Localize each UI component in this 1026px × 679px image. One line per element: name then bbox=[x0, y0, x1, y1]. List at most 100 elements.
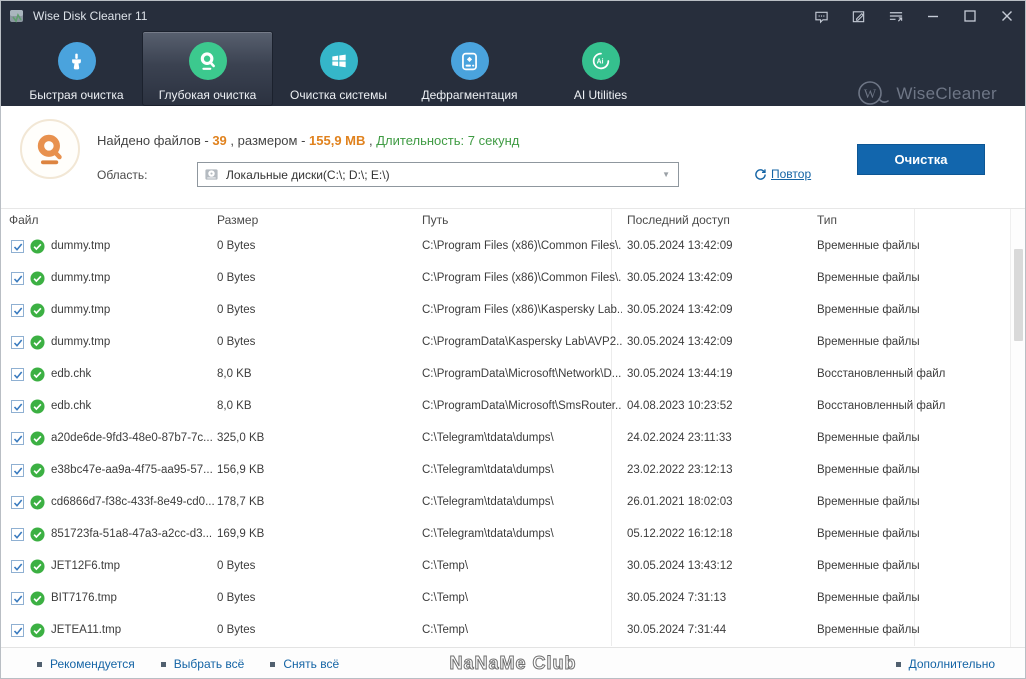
table-row[interactable]: a20de6de-9fd3-48e0-87b7-7c... 325,0 KB C… bbox=[1, 423, 1025, 455]
file-accessed: 26.01.2021 18:02:03 bbox=[627, 496, 733, 508]
table-row[interactable]: JETEA11.tmp 0 Bytes C:\Temp\ 30.05.2024 … bbox=[1, 615, 1025, 647]
clean-button[interactable]: Очистка bbox=[857, 144, 985, 175]
tab-label: Дефрагментация bbox=[421, 88, 518, 102]
row-checkbox[interactable] bbox=[11, 368, 24, 381]
file-name: dummy.tmp bbox=[51, 240, 111, 252]
row-checkbox[interactable] bbox=[11, 272, 24, 285]
row-checkbox[interactable] bbox=[11, 496, 24, 509]
edit-note-icon bbox=[852, 10, 865, 22]
status-check-icon bbox=[30, 335, 45, 350]
file-size: 0 Bytes bbox=[217, 272, 256, 284]
maximize-icon bbox=[963, 10, 976, 22]
status-check-icon bbox=[30, 527, 45, 542]
table-row[interactable]: 851723fa-51a8-47a3-a2cc-d3... 169,9 KB C… bbox=[1, 519, 1025, 551]
row-checkbox[interactable] bbox=[11, 592, 24, 605]
column-header-path[interactable]: Путь bbox=[422, 213, 448, 227]
file-path: C:\Program Files (x86)\Common Files\... bbox=[422, 272, 622, 284]
tab-defrag[interactable]: Дефрагментация bbox=[404, 31, 535, 106]
row-checkbox[interactable] bbox=[11, 432, 24, 445]
deselect-all-link[interactable]: Снять всё bbox=[270, 657, 339, 671]
file-name: BIT7176.tmp bbox=[51, 592, 117, 604]
file-path: C:\Temp\ bbox=[422, 592, 469, 604]
file-size: 8,0 KB bbox=[217, 400, 252, 412]
table-row[interactable]: dummy.tmp 0 Bytes C:\Program Files (x86)… bbox=[1, 263, 1025, 295]
table-row[interactable]: edb.chk 8,0 KB C:\ProgramData\Microsoft\… bbox=[1, 391, 1025, 423]
tab-quick-clean[interactable]: Быстрая очистка bbox=[11, 31, 142, 106]
table-row[interactable]: cd6866d7-f38c-433f-8e49-cd0... 178,7 KB … bbox=[1, 487, 1025, 519]
chevron-down-icon[interactable]: ▼ bbox=[662, 170, 670, 179]
file-path: C:\Program Files (x86)\Common Files\... bbox=[422, 240, 622, 252]
minimize-icon bbox=[927, 15, 938, 18]
more-label: Дополнительно bbox=[908, 657, 995, 671]
table-row[interactable]: dummy.tmp 0 Bytes C:\ProgramData\Kaspers… bbox=[1, 327, 1025, 359]
file-type: Временные файлы bbox=[817, 528, 920, 540]
found-count: 39 bbox=[212, 133, 227, 148]
file-path: C:\ProgramData\Microsoft\SmsRouter... bbox=[422, 400, 622, 412]
table-row[interactable]: JET12F6.tmp 0 Bytes C:\Temp\ 30.05.2024 … bbox=[1, 551, 1025, 583]
tab-system-clean[interactable]: Очистка системы bbox=[273, 31, 404, 106]
row-checkbox[interactable] bbox=[11, 400, 24, 413]
menu-arrow-icon bbox=[889, 11, 902, 22]
scrollbar-thumb[interactable] bbox=[1014, 249, 1023, 341]
scan-toolbar: Найдено файлов - 39 , размером - 155,9 M… bbox=[1, 106, 1025, 209]
table-row[interactable]: e38bc47e-aa9a-4f75-aa95-57... 156,9 KB C… bbox=[1, 455, 1025, 487]
row-checkbox[interactable] bbox=[11, 336, 24, 349]
checkmark-icon bbox=[13, 530, 22, 539]
select-all-link[interactable]: Выбрать всё bbox=[160, 657, 245, 671]
window-controls bbox=[803, 1, 1025, 31]
file-type: Временные файлы bbox=[817, 624, 920, 636]
deselect-all-label: Снять всё bbox=[283, 657, 340, 671]
checkmark-icon bbox=[13, 402, 22, 411]
recommended-link[interactable]: Рекомендуется bbox=[37, 657, 135, 671]
file-size: 178,7 KB bbox=[217, 496, 265, 508]
table-row[interactable]: edb.chk 8,0 KB C:\ProgramData\Microsoft\… bbox=[1, 359, 1025, 391]
file-type: Временные файлы bbox=[817, 240, 920, 252]
close-icon bbox=[1001, 11, 1012, 21]
tab-deep-clean[interactable]: Глубокая очистка bbox=[142, 31, 273, 106]
file-type: Временные файлы bbox=[817, 432, 920, 444]
more-options: Дополнительно bbox=[895, 648, 995, 678]
checkmark-icon bbox=[13, 562, 22, 571]
file-name: a20de6de-9fd3-48e0-87b7-7c... bbox=[51, 432, 213, 444]
file-name: edb.chk bbox=[51, 368, 92, 380]
brush-icon bbox=[72, 53, 81, 69]
tab-ai-utilities[interactable]: Ai AI Utilities bbox=[535, 31, 666, 106]
vertical-scrollbar[interactable] bbox=[1010, 209, 1025, 647]
file-path: C:\Telegram\tdata\dumps\ bbox=[422, 528, 554, 540]
file-name: dummy.tmp bbox=[51, 336, 111, 348]
status-check-icon bbox=[30, 367, 45, 382]
select-all-label: Выбрать всё bbox=[173, 657, 245, 671]
minimize-button[interactable] bbox=[914, 1, 951, 31]
scope-dropdown[interactable]: Локальные диски(C:\; D:\; E:\) ▼ bbox=[197, 162, 679, 187]
file-type: Временные файлы bbox=[817, 304, 920, 316]
table-row[interactable]: dummy.tmp 0 Bytes C:\Program Files (x86)… bbox=[1, 295, 1025, 327]
file-accessed: 30.05.2024 13:42:09 bbox=[627, 240, 733, 252]
row-checkbox[interactable] bbox=[11, 464, 24, 477]
column-header-type[interactable]: Тип bbox=[817, 213, 837, 227]
row-checkbox[interactable] bbox=[11, 528, 24, 541]
column-header-size[interactable]: Размер bbox=[217, 213, 258, 227]
row-checkbox[interactable] bbox=[11, 624, 24, 637]
status-check-icon bbox=[30, 495, 45, 510]
table-row[interactable]: dummy.tmp 0 Bytes C:\Program Files (x86)… bbox=[1, 231, 1025, 263]
checkmark-icon bbox=[13, 242, 22, 251]
repeat-link[interactable]: Повтор bbox=[754, 167, 811, 181]
more-link[interactable]: Дополнительно bbox=[895, 657, 995, 671]
close-button[interactable] bbox=[988, 1, 1025, 31]
column-header-accessed[interactable]: Последний доступ bbox=[627, 213, 730, 227]
status-check-icon bbox=[30, 559, 45, 574]
row-checkbox[interactable] bbox=[11, 304, 24, 317]
row-checkbox[interactable] bbox=[11, 560, 24, 573]
main-menu-button[interactable] bbox=[877, 1, 914, 31]
maximize-button[interactable] bbox=[951, 1, 988, 31]
feedback-button[interactable] bbox=[803, 1, 840, 31]
file-type: Временные файлы bbox=[817, 272, 920, 284]
table-row[interactable]: BIT7176.tmp 0 Bytes C:\Temp\ 30.05.2024 … bbox=[1, 583, 1025, 615]
row-checkbox[interactable] bbox=[11, 240, 24, 253]
found-label: Найдено файлов - bbox=[97, 133, 213, 148]
file-path: C:\Telegram\tdata\dumps\ bbox=[422, 464, 554, 476]
column-header-file[interactable]: Файл bbox=[9, 213, 39, 227]
file-name: dummy.tmp bbox=[51, 272, 111, 284]
register-button[interactable] bbox=[840, 1, 877, 31]
file-path: C:\Telegram\tdata\dumps\ bbox=[422, 496, 554, 508]
